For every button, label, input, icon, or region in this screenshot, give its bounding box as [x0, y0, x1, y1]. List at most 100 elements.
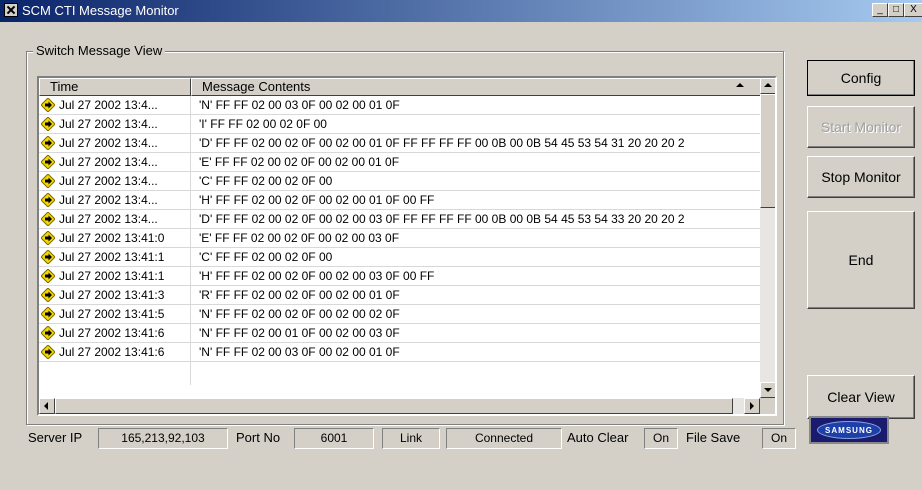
- file-save-value: On: [762, 428, 796, 449]
- diamond-arrow-icon: [41, 212, 55, 226]
- cell-message: 'I' FF FF 02 00 02 0F 00: [199, 117, 327, 131]
- cell-time: Jul 27 2002 13:41:3: [59, 288, 165, 302]
- diamond-arrow-icon: [41, 231, 55, 245]
- list-rows: Jul 27 2002 13:4... 'N' FF FF 02 00 03 0F…: [39, 96, 760, 385]
- message-list[interactable]: Time Message Contents Jul 27 2002 13:4..…: [37, 76, 777, 416]
- group-label: Switch Message View: [33, 43, 166, 58]
- server-ip-label: Server IP: [28, 430, 83, 445]
- table-row[interactable]: Jul 27 2002 13:4... 'N' FF FF 02 00 03 0F…: [39, 96, 760, 115]
- diamond-arrow-icon: [41, 155, 55, 169]
- cell-message: 'E' FF FF 02 00 02 0F 00 02 00 03 0F: [199, 231, 400, 245]
- cell-time: Jul 27 2002 13:41:6: [59, 326, 165, 340]
- table-row[interactable]: Jul 27 2002 13:41:1 'C' FF FF 02 00 02 0F…: [39, 248, 760, 267]
- scroll-up-button[interactable]: [760, 78, 775, 94]
- cell-message: 'N' FF FF 02 00 03 0F 00 02 00 01 0F: [199, 345, 400, 359]
- diamond-arrow-icon: [41, 307, 55, 321]
- maximize-button[interactable]: □: [888, 3, 904, 17]
- auto-clear-value: On: [644, 428, 678, 449]
- cell-message: 'D' FF FF 02 00 02 0F 00 02 00 01 0F FF …: [199, 136, 685, 150]
- scroll-left-button[interactable]: [39, 398, 55, 414]
- column-header-message-contents[interactable]: Message Contents: [191, 78, 761, 96]
- cell-time: Jul 27 2002 13:41:5: [59, 307, 165, 321]
- header-scroll-up-icon: [733, 79, 749, 95]
- start-monitor-button[interactable]: Start Monitor: [807, 106, 915, 148]
- cell-message: 'C' FF FF 02 00 02 0F 00: [199, 174, 333, 188]
- cell-message: 'E' FF FF 02 00 02 0F 00 02 00 01 0F: [199, 155, 400, 169]
- window-title: SCM CTI Message Monitor: [22, 3, 179, 18]
- list-header: Time Message Contents: [39, 78, 761, 96]
- table-row[interactable]: Jul 27 2002 13:4... 'D' FF FF 02 00 02 0F…: [39, 134, 760, 153]
- diamond-arrow-icon: [41, 174, 55, 188]
- cell-message: 'H' FF FF 02 00 02 0F 00 02 00 01 0F 00 …: [199, 193, 435, 207]
- samsung-logo: SAMSUNG: [809, 416, 889, 444]
- clear-view-button[interactable]: Clear View: [807, 375, 915, 419]
- horizontal-scrollbar[interactable]: [39, 398, 760, 414]
- app-icon[interactable]: [4, 3, 18, 17]
- diamond-arrow-icon: [41, 288, 55, 302]
- diamond-arrow-icon: [41, 117, 55, 131]
- file-save-label: File Save: [686, 430, 741, 445]
- table-row[interactable]: Jul 27 2002 13:41:5 'N' FF FF 02 00 02 0F…: [39, 305, 760, 324]
- cell-time: Jul 27 2002 13:41:1: [59, 250, 165, 264]
- scroll-right-button[interactable]: [744, 398, 760, 414]
- auto-clear-label: Auto Clear: [567, 430, 629, 445]
- table-row[interactable]: Jul 27 2002 13:4... 'H' FF FF 02 00 02 0F…: [39, 191, 760, 210]
- table-row[interactable]: Jul 27 2002 13:4... 'D' FF FF 02 00 02 0F…: [39, 210, 760, 229]
- port-label: Port No: [236, 430, 281, 445]
- cell-time: Jul 27 2002 13:4...: [59, 155, 158, 169]
- horizontal-scroll-thumb[interactable]: [55, 398, 733, 414]
- table-row[interactable]: Jul 27 2002 13:41:3 'R' FF FF 02 00 02 0F…: [39, 286, 760, 305]
- end-button[interactable]: End: [807, 211, 915, 309]
- cell-time: Jul 27 2002 13:4...: [59, 193, 158, 207]
- cell-time: Jul 27 2002 13:4...: [59, 136, 158, 150]
- table-row[interactable]: Jul 27 2002 13:4... 'E' FF FF 02 00 02 0F…: [39, 153, 760, 172]
- arrow-up-icon: [764, 83, 772, 87]
- table-row[interactable]: Jul 27 2002 13:4... 'C' FF FF 02 00 02 0F…: [39, 172, 760, 191]
- port-value: 6001: [294, 428, 374, 449]
- cell-message: 'R' FF FF 02 00 02 0F 00 02 00 01 0F: [199, 288, 400, 302]
- diamond-arrow-icon: [41, 326, 55, 340]
- cell-time: Jul 27 2002 13:41:0: [59, 231, 165, 245]
- diamond-arrow-icon: [41, 345, 55, 359]
- diamond-arrow-icon: [41, 136, 55, 150]
- arrow-left-icon: [44, 402, 48, 410]
- cell-message: 'D' FF FF 02 00 02 0F 00 02 00 03 0F FF …: [199, 212, 685, 226]
- cell-message: 'N' FF FF 02 00 02 0F 00 02 00 02 0F: [199, 307, 400, 321]
- scroll-corner: [760, 398, 775, 414]
- cell-message: 'H' FF FF 02 00 02 0F 00 02 00 03 0F 00 …: [199, 269, 435, 283]
- cell-message: 'C' FF FF 02 00 02 0F 00: [199, 250, 333, 264]
- cell-message: 'N' FF FF 02 00 01 0F 00 02 00 03 0F: [199, 326, 400, 340]
- diamond-arrow-icon: [41, 269, 55, 283]
- column-header-time[interactable]: Time: [39, 78, 191, 96]
- table-row[interactable]: Jul 27 2002 13:41:1 'H' FF FF 02 00 02 0F…: [39, 267, 760, 286]
- vertical-scroll-thumb[interactable]: [760, 94, 775, 208]
- cell-message: 'N' FF FF 02 00 03 0F 00 02 00 01 0F: [199, 98, 400, 112]
- stop-monitor-button[interactable]: Stop Monitor: [807, 156, 915, 198]
- arrow-down-icon: [764, 388, 772, 392]
- config-button[interactable]: Config: [807, 60, 915, 96]
- link-label: Link: [382, 428, 440, 449]
- minimize-button[interactable]: _: [872, 3, 888, 17]
- link-status-value: Connected: [446, 428, 562, 449]
- cell-time: Jul 27 2002 13:41:1: [59, 269, 165, 283]
- arrow-right-icon: [750, 402, 754, 410]
- close-button[interactable]: X: [904, 3, 922, 17]
- vertical-scrollbar[interactable]: [760, 78, 775, 398]
- diamond-arrow-icon: [41, 250, 55, 264]
- diamond-arrow-icon: [41, 193, 55, 207]
- table-row[interactable]: Jul 27 2002 13:4... 'I' FF FF 02 00 02 0F…: [39, 115, 760, 134]
- table-row[interactable]: Jul 27 2002 13:41:6 'N' FF FF 02 00 01 0F…: [39, 324, 760, 343]
- cell-time: Jul 27 2002 13:4...: [59, 212, 158, 226]
- table-row[interactable]: Jul 27 2002 13:41:6 'N' FF FF 02 00 03 0F…: [39, 343, 760, 362]
- table-row[interactable]: Jul 27 2002 13:41:0 'E' FF FF 02 00 02 0F…: [39, 229, 760, 248]
- cell-time: Jul 27 2002 13:4...: [59, 174, 158, 188]
- column-header-label: Message Contents: [202, 79, 311, 94]
- cell-time: Jul 27 2002 13:4...: [59, 98, 158, 112]
- diamond-arrow-icon: [41, 98, 55, 112]
- samsung-logo-text: SAMSUNG: [817, 421, 881, 439]
- server-ip-value: 165,213,92,103: [98, 428, 228, 449]
- title-bar: SCM CTI Message Monitor _ □ X: [0, 0, 922, 22]
- scroll-down-button[interactable]: [760, 382, 775, 398]
- cell-time: Jul 27 2002 13:4...: [59, 117, 158, 131]
- cell-time: Jul 27 2002 13:41:6: [59, 345, 165, 359]
